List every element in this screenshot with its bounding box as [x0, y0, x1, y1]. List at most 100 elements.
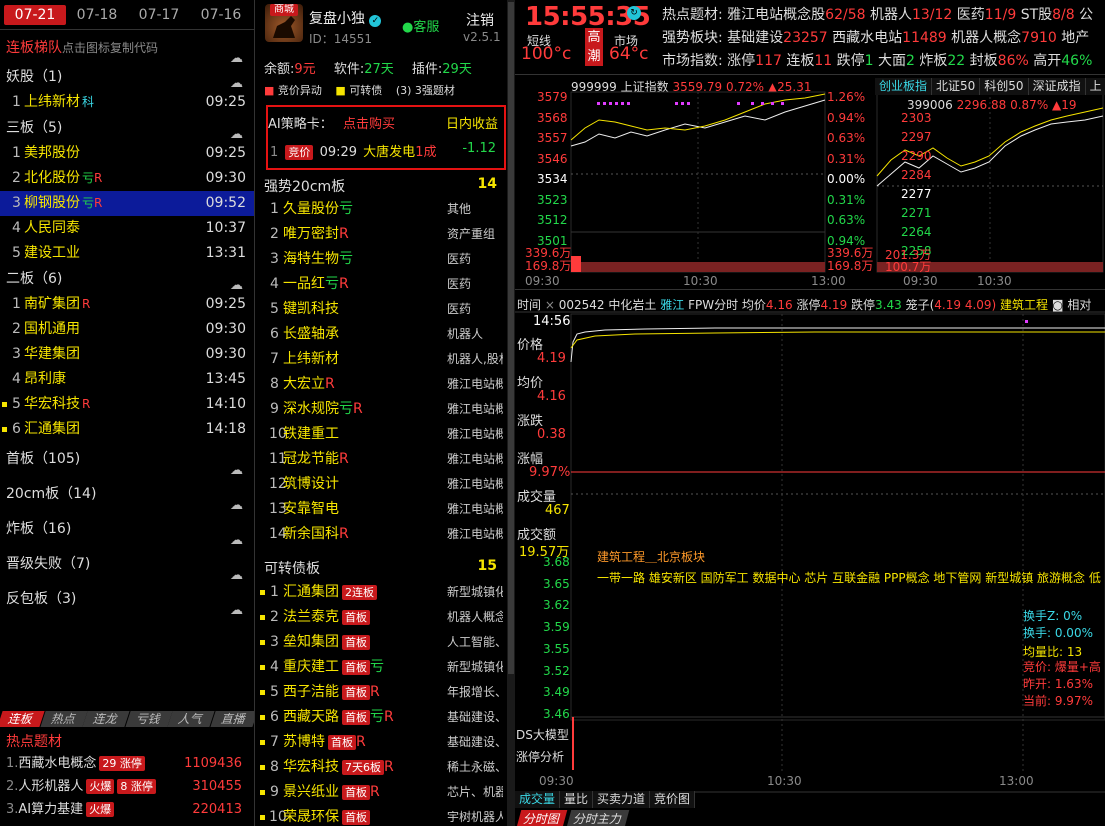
- ladder-stock-row[interactable]: 1 上纬新材科 09:25: [0, 90, 254, 115]
- ticker-item-name[interactable]: 雅江电站概念股: [723, 7, 825, 23]
- ticker-item-name[interactable]: 西藏水电站: [828, 30, 902, 46]
- ladder-more-group[interactable]: 晋级失败（7) ☁: [0, 547, 254, 583]
- stock-name[interactable]: 重庆建工 首板亏: [283, 655, 384, 680]
- ladder-stock-row[interactable]: 1 南矿集团 R 09:25: [0, 292, 254, 317]
- stock-name[interactable]: 人民同泰: [24, 216, 80, 241]
- ticker-item-name[interactable]: 机器人: [866, 7, 912, 23]
- cloud-download-icon[interactable]: ☁: [230, 593, 248, 618]
- section-stock-row[interactable]: 8 华宏科技 7天6板 R 稀土永磁、: [256, 755, 507, 780]
- scrollbar-thumb[interactable]: [508, 2, 514, 674]
- strategy-row[interactable]: 1 竞价 09:29 大唐发电1成: [270, 141, 436, 160]
- ladder-stock-row[interactable]: 2 国机通用 09:30: [0, 317, 254, 342]
- tab-volume-ratio[interactable]: 量比: [560, 791, 594, 808]
- stock-name[interactable]: 西藏天路 首板 亏R: [283, 705, 394, 730]
- section-stock-row[interactable]: 6 长盛轴承 机器人: [256, 322, 507, 347]
- section-stock-row[interactable]: 3 海特生物亏 医药: [256, 247, 507, 272]
- ticker-item-name[interactable]: 炸板: [915, 53, 947, 69]
- buy-link[interactable]: 点击购买: [343, 113, 395, 132]
- stock-name[interactable]: 汇通集团: [24, 417, 80, 442]
- ticker-item-name[interactable]: 封板: [965, 53, 998, 69]
- ladder-stock-row[interactable]: 3 柳钢股份 亏R 09:52: [0, 191, 254, 216]
- section-stock-row[interactable]: 14新余国科R雅江电站概念: [256, 522, 507, 547]
- stock-name[interactable]: 景兴纸业 首板 R: [283, 780, 380, 805]
- cloud-download-icon[interactable]: ☁: [230, 273, 248, 293]
- ladder-stock-row[interactable]: 6 汇通集团 14:18: [0, 417, 254, 442]
- tab-chinext[interactable]: 创业板指: [875, 78, 933, 95]
- tab-sh[interactable]: 上: [1085, 78, 1105, 95]
- stock-name[interactable]: 华宏科技 7天6板 R: [283, 755, 394, 780]
- ds-model-button[interactable]: DS大模型: [516, 726, 569, 743]
- tab-bid-chart[interactable]: 竞价图: [650, 791, 696, 808]
- stock-name[interactable]: 国机通用: [24, 317, 80, 342]
- stock-name[interactable]: 键凯科技: [283, 297, 339, 322]
- middle-scrollbar[interactable]: [507, 0, 515, 826]
- ladder-group-0[interactable]: 妖股（1) ☁: [0, 64, 254, 91]
- stock-name[interactable]: 柳钢股份 亏R: [24, 191, 102, 216]
- ladder-stock-row[interactable]: 4 昂利康 13:45: [0, 367, 254, 392]
- stock-name[interactable]: 美邦股份: [24, 141, 80, 166]
- tab-bz50[interactable]: 北证50: [932, 78, 981, 95]
- section-stock-row[interactable]: 6 西藏天路 首板 亏R 基础建设、: [256, 705, 507, 730]
- section-stock-row[interactable]: 9深水规院亏R 雅江电站概念: [256, 397, 507, 422]
- stock-name[interactable]: 长盛轴承: [283, 322, 339, 347]
- hot-topic-row[interactable]: 1.西藏水电概念 29 涨停 1109436: [6, 752, 242, 775]
- section-stock-row[interactable]: 2 法兰泰克 首板 机器人概念: [256, 605, 507, 630]
- section-stock-row[interactable]: 7 苏博特 首板 R 基础建设、: [256, 730, 507, 755]
- stock-name[interactable]: 汇通集团 2连板: [283, 580, 377, 605]
- ticker-item-name[interactable]: 基础建设: [723, 30, 783, 46]
- ticker-item-name[interactable]: 连板: [782, 53, 814, 69]
- ticker-item-name[interactable]: 机器人概念: [947, 30, 1021, 46]
- ticker-item-name[interactable]: 跌停: [832, 53, 865, 69]
- stock-name[interactable]: 冠龙节能R: [283, 447, 349, 472]
- stock-name[interactable]: 唯万密封R: [283, 222, 349, 247]
- tab-redian[interactable]: 热点: [39, 711, 87, 727]
- tab-zhibo[interactable]: 直播: [209, 711, 254, 727]
- stock-name[interactable]: 上纬新材科: [24, 90, 94, 115]
- section-stock-row[interactable]: 1 久量股份亏 其他: [256, 197, 507, 222]
- section-stock-row[interactable]: 1 汇通集团 2连板 新型城镇化: [256, 580, 507, 605]
- ladder-more-group[interactable]: 20cm板（14) ☁: [0, 477, 254, 513]
- ladder-more-group[interactable]: 炸板（16) ☁: [0, 512, 254, 548]
- customer-service-button[interactable]: ●客服: [402, 16, 439, 35]
- stock-name[interactable]: 荣晟环保 首板: [283, 805, 370, 826]
- tab-intraday[interactable]: 分时图: [516, 810, 568, 826]
- stock-name[interactable]: 昂利康: [24, 367, 66, 392]
- tab-power[interactable]: 买卖力道: [593, 791, 651, 808]
- ladder-stock-row[interactable]: 4 人民同泰 10:37: [0, 216, 254, 241]
- ladder-more-group[interactable]: 反包板（3) ☁: [0, 582, 254, 618]
- section-stock-row[interactable]: 4 重庆建工 首板亏 新型城镇化: [256, 655, 507, 680]
- date-tab-0718[interactable]: 07-18: [66, 7, 128, 23]
- section-stock-row[interactable]: 10铁建重工雅江电站概念: [256, 422, 507, 447]
- stock-name[interactable]: 安靠智电: [283, 497, 339, 522]
- ticker-item-name[interactable]: 医药: [952, 7, 985, 23]
- tab-lianban[interactable]: 连板: [0, 711, 45, 727]
- stock-name[interactable]: 华宏科技 R: [24, 392, 90, 417]
- hot-topic-row[interactable]: 2.人形机器人 火爆 8 涨停 310455: [6, 775, 242, 798]
- hot-topic-row[interactable]: 3.AI算力基建 火爆 220413: [6, 798, 242, 821]
- tab-szcz[interactable]: 深证成指: [1028, 78, 1086, 95]
- limit-analysis-button[interactable]: 涨停分析: [516, 748, 564, 765]
- cloud-download-icon[interactable]: ☁: [230, 453, 248, 478]
- ladder-stock-row[interactable]: 5 建设工业 13:31: [0, 241, 254, 266]
- section-stock-row[interactable]: 7上纬新材 机器人,股权: [256, 347, 507, 372]
- ladder-group-1[interactable]: 三板（5) ☁: [0, 115, 254, 142]
- ticker-item-name[interactable]: 大面: [874, 53, 906, 69]
- refresh-icon[interactable]: ↻: [627, 6, 641, 20]
- cloud-download-icon[interactable]: ☁: [230, 558, 248, 583]
- avatar[interactable]: 商城: [265, 4, 303, 42]
- date-tab-0721[interactable]: 07-21: [4, 4, 66, 25]
- tab-intraday-main[interactable]: 分时主力: [566, 810, 630, 826]
- ticker-item-name[interactable]: ST股: [1016, 7, 1052, 23]
- ladder-group-2[interactable]: 二板（6) ☁: [0, 266, 254, 293]
- ladder-more-group[interactable]: 首板（105) ☁: [0, 442, 254, 478]
- stock-name[interactable]: 久量股份亏: [283, 197, 353, 222]
- cloud-download-icon[interactable]: ☁: [230, 41, 248, 66]
- cloud-download-icon[interactable]: ☁: [230, 523, 248, 548]
- stock-name[interactable]: 垒知集团 首板: [283, 630, 370, 655]
- ladder-stock-row[interactable]: 5 华宏科技 R 14:10: [0, 392, 254, 417]
- stock-name[interactable]: 筑博设计: [283, 472, 339, 497]
- stock-name[interactable]: 上纬新材: [283, 347, 339, 372]
- tab-volume[interactable]: 成交量: [515, 791, 561, 808]
- section-stock-row[interactable]: 5 西子洁能 首板 R 年报增长、: [256, 680, 507, 705]
- ticker-item-name[interactable]: 涨停: [723, 53, 755, 69]
